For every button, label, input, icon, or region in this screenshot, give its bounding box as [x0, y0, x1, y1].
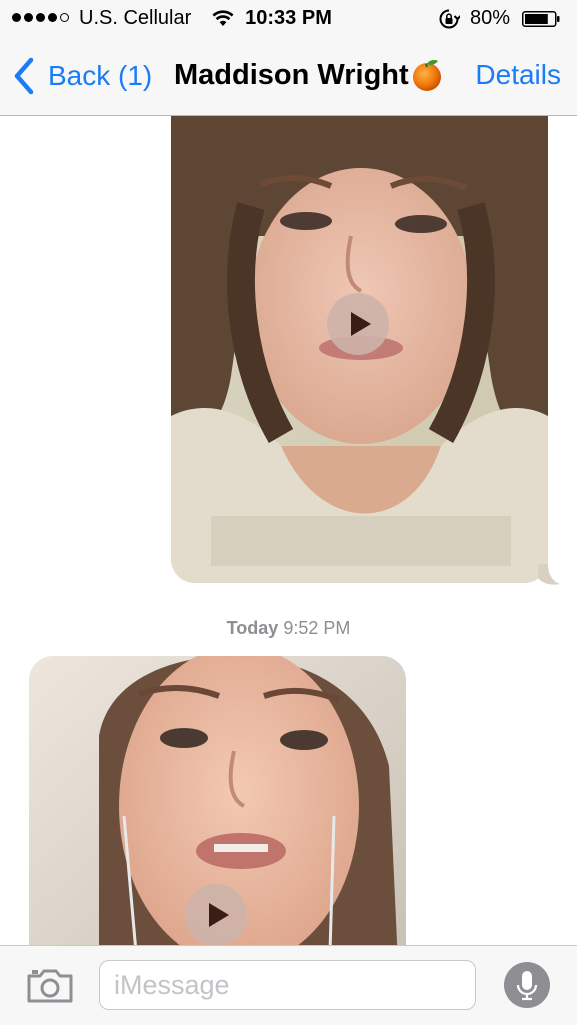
microphone-icon	[516, 971, 538, 1001]
play-icon	[351, 312, 371, 336]
message-timestamp: Today 9:52 PM	[0, 618, 577, 639]
microphone-button[interactable]	[504, 962, 550, 1008]
chevron-left-icon	[14, 57, 34, 95]
outgoing-video-message[interactable]	[171, 116, 548, 583]
battery-percentage: 80%	[470, 7, 511, 29]
timestamp-time: 9:52 PM	[283, 618, 351, 638]
battery-icon	[522, 11, 560, 27]
bubble-tail	[538, 564, 560, 585]
status-bar: U.S. Cellular 10:33 PM 80%	[0, 0, 577, 38]
rotation-lock-icon	[439, 9, 460, 29]
details-button[interactable]: Details	[475, 59, 561, 91]
play-icon	[209, 903, 229, 927]
play-button[interactable]	[327, 293, 389, 355]
conversation-title: Maddison Wright	[174, 58, 443, 92]
back-button[interactable]: Back (1)	[12, 56, 152, 96]
incoming-video-message[interactable]	[29, 656, 406, 945]
message-thread[interactable]: Today 9:52 PM	[0, 116, 577, 945]
back-button-label: Back (1)	[48, 60, 153, 91]
navigation-bar: Back (1) Maddison Wright Details	[0, 38, 577, 116]
tangerine-emoji-icon	[412, 60, 441, 91]
imessage-input[interactable]	[99, 960, 476, 1010]
camera-icon[interactable]	[26, 968, 74, 1004]
play-button[interactable]	[185, 884, 247, 945]
timestamp-day: Today	[226, 618, 279, 638]
message-input-bar	[0, 945, 577, 1025]
contact-name: Maddison Wright	[174, 58, 409, 91]
